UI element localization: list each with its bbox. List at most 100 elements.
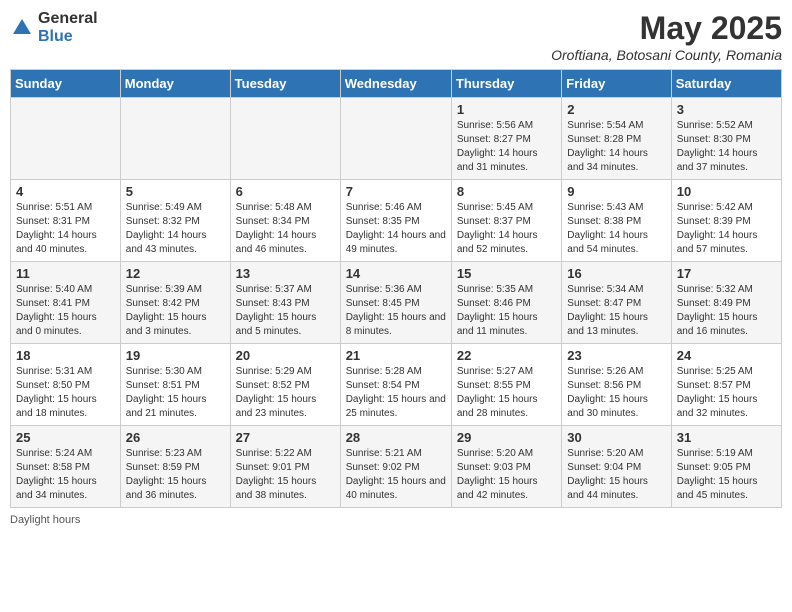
calendar-cell: 17Sunrise: 5:32 AM Sunset: 8:49 PM Dayli…: [671, 262, 781, 344]
day-number: 19: [126, 348, 225, 363]
calendar-cell: [11, 98, 121, 180]
day-info: Sunrise: 5:24 AM Sunset: 8:58 PM Dayligh…: [16, 447, 115, 503]
day-number: 27: [236, 430, 335, 445]
logo-blue: Blue: [38, 28, 98, 46]
logo-general: General: [38, 10, 98, 28]
day-number: 15: [457, 266, 556, 281]
day-info: Sunrise: 5:28 AM Sunset: 8:54 PM Dayligh…: [346, 365, 446, 421]
day-info: Sunrise: 5:54 AM Sunset: 8:28 PM Dayligh…: [567, 119, 665, 175]
day-info: Sunrise: 5:52 AM Sunset: 8:30 PM Dayligh…: [677, 119, 776, 175]
calendar-cell: 2 Sunrise: 5:54 AM Sunset: 8:28 PM Daylig…: [562, 98, 671, 180]
calendar-table: SundayMondayTuesdayWednesdayThursdayFrid…: [10, 69, 782, 508]
day-number: 1: [457, 102, 556, 117]
day-info: Sunrise: 5:51 AM Sunset: 8:31 PM Dayligh…: [16, 201, 115, 257]
month-year-title: May 2025: [551, 10, 782, 47]
day-number: 14: [346, 266, 446, 281]
day-info: Sunrise: 5:42 AM Sunset: 8:39 PM Dayligh…: [677, 201, 776, 257]
calendar-cell: [120, 98, 230, 180]
title-block: May 2025 Oroftiana, Botosani County, Rom…: [551, 10, 782, 63]
calendar-cell: 30 Sunrise: 5:20 AM Sunset: 9:04 PM Dayli…: [562, 426, 671, 508]
day-info: Sunrise: 5:30 AM Sunset: 8:51 PM Dayligh…: [126, 365, 225, 421]
calendar-day-header: Tuesday: [230, 70, 340, 98]
calendar-day-header: Wednesday: [340, 70, 451, 98]
day-info: Sunrise: 5:34 AM Sunset: 8:47 PM Dayligh…: [567, 283, 665, 339]
day-number: 6: [236, 184, 335, 199]
calendar-day-header: Friday: [562, 70, 671, 98]
page-header: General Blue May 2025 Oroftiana, Botosan…: [10, 10, 782, 63]
day-info: Sunrise: 5:48 AM Sunset: 8:34 PM Dayligh…: [236, 201, 335, 257]
calendar-cell: 20 Sunrise: 5:29 AM Sunset: 8:52 PM Dayli…: [230, 344, 340, 426]
calendar-cell: [340, 98, 451, 180]
calendar-cell: 6 Sunrise: 5:48 AM Sunset: 8:34 PM Daylig…: [230, 180, 340, 262]
day-info: Sunrise: 5:27 AM Sunset: 8:55 PM Dayligh…: [457, 365, 556, 421]
day-number: 31: [677, 430, 776, 445]
calendar-cell: 19 Sunrise: 5:30 AM Sunset: 8:51 PM Dayli…: [120, 344, 230, 426]
calendar-cell: 7 Sunrise: 5:46 AM Sunset: 8:35 PM Daylig…: [340, 180, 451, 262]
day-info: Sunrise: 5:25 AM Sunset: 8:57 PM Dayligh…: [677, 365, 776, 421]
day-number: 10: [677, 184, 776, 199]
calendar-cell: 12Sunrise: 5:39 AM Sunset: 8:42 PM Dayli…: [120, 262, 230, 344]
day-number: 24: [677, 348, 776, 363]
day-info: Sunrise: 5:26 AM Sunset: 8:56 PM Dayligh…: [567, 365, 665, 421]
day-info: Sunrise: 5:31 AM Sunset: 8:50 PM Dayligh…: [16, 365, 115, 421]
calendar-cell: 24 Sunrise: 5:25 AM Sunset: 8:57 PM Dayli…: [671, 344, 781, 426]
day-info: Sunrise: 5:20 AM Sunset: 9:04 PM Dayligh…: [567, 447, 665, 503]
day-info: Sunrise: 5:46 AM Sunset: 8:35 PM Dayligh…: [346, 201, 446, 257]
day-info: Sunrise: 5:39 AM Sunset: 8:42 PM Dayligh…: [126, 283, 225, 339]
day-info: Sunrise: 5:29 AM Sunset: 8:52 PM Dayligh…: [236, 365, 335, 421]
calendar-week-row: 1Sunrise: 5:56 AM Sunset: 8:27 PM Daylig…: [11, 98, 782, 180]
day-number: 8: [457, 184, 556, 199]
day-info: Sunrise: 5:19 AM Sunset: 9:05 PM Dayligh…: [677, 447, 776, 503]
day-info: Sunrise: 5:36 AM Sunset: 8:45 PM Dayligh…: [346, 283, 446, 339]
calendar-cell: 18 Sunrise: 5:31 AM Sunset: 8:50 PM Dayli…: [11, 344, 121, 426]
calendar-cell: 16 Sunrise: 5:34 AM Sunset: 8:47 PM Dayli…: [562, 262, 671, 344]
day-number: 23: [567, 348, 665, 363]
calendar-cell: 25 Sunrise: 5:24 AM Sunset: 8:58 PM Dayli…: [11, 426, 121, 508]
day-info: Sunrise: 5:40 AM Sunset: 8:41 PM Dayligh…: [16, 283, 115, 339]
calendar-cell: 22 Sunrise: 5:27 AM Sunset: 8:55 PM Dayli…: [451, 344, 561, 426]
calendar-day-header: Saturday: [671, 70, 781, 98]
day-info: Sunrise: 5:21 AM Sunset: 9:02 PM Dayligh…: [346, 447, 446, 503]
logo-text: General Blue: [38, 10, 98, 45]
day-number: 25: [16, 430, 115, 445]
calendar-cell: 9 Sunrise: 5:43 AM Sunset: 8:38 PM Daylig…: [562, 180, 671, 262]
day-info: Sunrise: 5:49 AM Sunset: 8:32 PM Dayligh…: [126, 201, 225, 257]
calendar-cell: 15Sunrise: 5:35 AM Sunset: 8:46 PM Dayli…: [451, 262, 561, 344]
day-number: 2: [567, 102, 665, 117]
calendar-cell: 21 Sunrise: 5:28 AM Sunset: 8:54 PM Dayli…: [340, 344, 451, 426]
day-number: 30: [567, 430, 665, 445]
day-info: Sunrise: 5:23 AM Sunset: 8:59 PM Dayligh…: [126, 447, 225, 503]
day-number: 21: [346, 348, 446, 363]
calendar-week-row: 25 Sunrise: 5:24 AM Sunset: 8:58 PM Dayli…: [11, 426, 782, 508]
logo: General Blue: [10, 10, 98, 45]
calendar-cell: 23 Sunrise: 5:26 AM Sunset: 8:56 PM Dayli…: [562, 344, 671, 426]
day-number: 7: [346, 184, 446, 199]
calendar-week-row: 18 Sunrise: 5:31 AM Sunset: 8:50 PM Dayli…: [11, 344, 782, 426]
day-number: 18: [16, 348, 115, 363]
calendar-week-row: 11 Sunrise: 5:40 AM Sunset: 8:41 PM Dayli…: [11, 262, 782, 344]
calendar-cell: 4Sunrise: 5:51 AM Sunset: 8:31 PM Daylig…: [11, 180, 121, 262]
calendar-day-header: Thursday: [451, 70, 561, 98]
day-info: Sunrise: 5:43 AM Sunset: 8:38 PM Dayligh…: [567, 201, 665, 257]
day-info: Sunrise: 5:45 AM Sunset: 8:37 PM Dayligh…: [457, 201, 556, 257]
calendar-week-row: 4Sunrise: 5:51 AM Sunset: 8:31 PM Daylig…: [11, 180, 782, 262]
calendar-cell: [230, 98, 340, 180]
calendar-cell: 29Sunrise: 5:20 AM Sunset: 9:03 PM Dayli…: [451, 426, 561, 508]
day-info: Sunrise: 5:37 AM Sunset: 8:43 PM Dayligh…: [236, 283, 335, 339]
calendar-cell: 11 Sunrise: 5:40 AM Sunset: 8:41 PM Dayli…: [11, 262, 121, 344]
calendar-day-header: Monday: [120, 70, 230, 98]
day-number: 22: [457, 348, 556, 363]
day-number: 3: [677, 102, 776, 117]
calendar-cell: 5Sunrise: 5:49 AM Sunset: 8:32 PM Daylig…: [120, 180, 230, 262]
calendar-cell: 10 Sunrise: 5:42 AM Sunset: 8:39 PM Dayli…: [671, 180, 781, 262]
calendar-cell: 14 Sunrise: 5:36 AM Sunset: 8:45 PM Dayli…: [340, 262, 451, 344]
day-number: 9: [567, 184, 665, 199]
calendar-cell: 26 Sunrise: 5:23 AM Sunset: 8:59 PM Dayli…: [120, 426, 230, 508]
day-number: 20: [236, 348, 335, 363]
footer-note: Daylight hours: [10, 514, 782, 526]
day-number: 16: [567, 266, 665, 281]
day-number: 29: [457, 430, 556, 445]
day-number: 26: [126, 430, 225, 445]
calendar-day-header: Sunday: [11, 70, 121, 98]
day-number: 11: [16, 266, 115, 281]
